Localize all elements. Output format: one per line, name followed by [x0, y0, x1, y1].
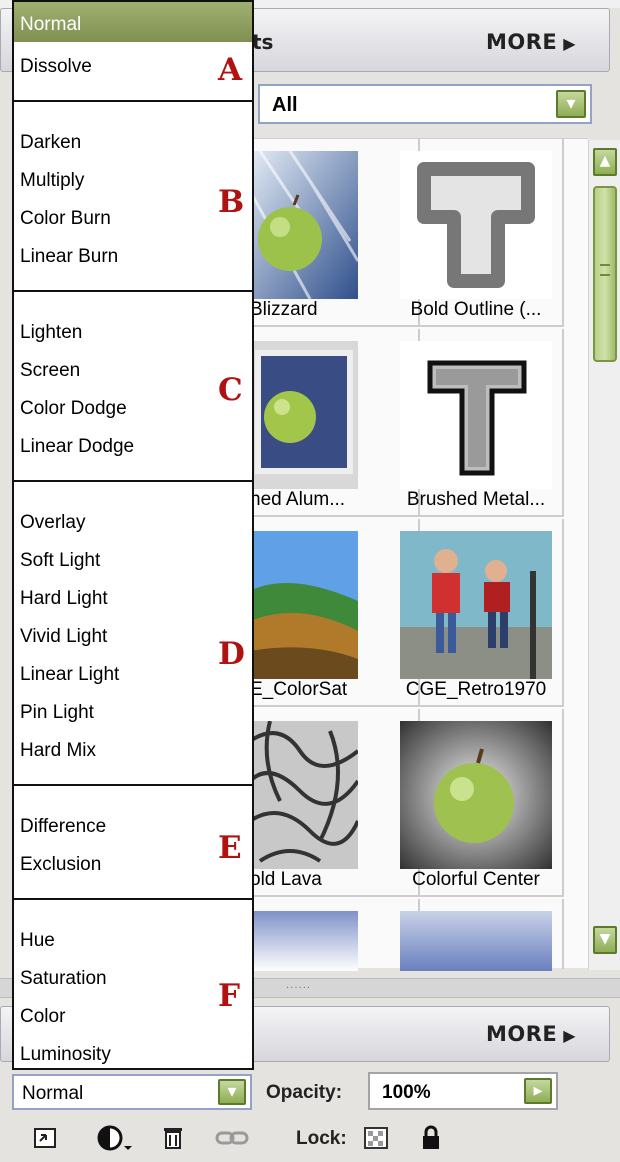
more-label: MORE	[486, 30, 558, 54]
effect-caption: Colorful Center	[412, 869, 540, 890]
menu-separator	[14, 100, 252, 102]
cge-colorsat-thumbnail-image	[250, 531, 358, 679]
blend-menu-item-luminosity[interactable]: Luminosity	[20, 1044, 111, 1066]
brushed-aluminum-thumbnail-image	[250, 341, 358, 489]
effect-thumbnail-cge-retro1970[interactable]: CGE_Retro1970	[388, 519, 564, 707]
blend-mode-value: Normal	[22, 1083, 84, 1104]
blend-menu-item-hard-mix[interactable]: Hard Mix	[20, 740, 96, 762]
lock-all-icon[interactable]	[418, 1124, 444, 1156]
blend-menu-item-normal[interactable]: Normal	[20, 14, 81, 36]
blend-menu-item-soft-light[interactable]: Soft Light	[20, 550, 100, 572]
effects-tab-label[interactable]: ts	[252, 30, 273, 54]
effect-caption: CGE_Retro1970	[405, 679, 547, 700]
blend-menu-item-exclusion[interactable]: Exclusion	[20, 854, 101, 876]
blend-menu-item-dissolve[interactable]: Dissolve	[20, 56, 92, 78]
blend-menu-item-color-burn[interactable]: Color Burn	[20, 208, 111, 230]
effect-thumbnail-row5-right[interactable]	[388, 899, 564, 971]
blend-menu-item-linear-light[interactable]: Linear Light	[20, 664, 119, 686]
blend-menu-item-color-dodge[interactable]: Color Dodge	[20, 398, 127, 420]
layers-more-button[interactable]: MORE ▶	[486, 1022, 576, 1046]
blend-menu-item-hue[interactable]: Hue	[20, 930, 55, 952]
trash-icon[interactable]	[160, 1124, 186, 1156]
blend-menu-item-lighten[interactable]: Lighten	[20, 322, 82, 344]
blend-menu-item-linear-burn[interactable]: Linear Burn	[20, 246, 118, 268]
blend-mode-menu: Normal Dissolve A Darken Multiply Color …	[12, 0, 254, 1070]
blend-menu-item-multiply[interactable]: Multiply	[20, 170, 84, 192]
group-letter-b: B	[218, 184, 245, 220]
menu-separator	[14, 290, 252, 292]
effects-filter-select[interactable]: All ▾	[258, 84, 592, 124]
resize-grip-icon[interactable]: ······	[286, 983, 311, 994]
blend-menu-item-linear-dodge[interactable]: Linear Dodge	[20, 436, 134, 458]
thumbnail-image	[250, 911, 358, 971]
blend-menu-item-hard-light[interactable]: Hard Light	[20, 588, 108, 610]
colorful-center-thumbnail-image	[400, 721, 552, 869]
effects-more-button[interactable]: MORE ▶	[486, 30, 576, 54]
blend-menu-item-pin-light[interactable]: Pin Light	[20, 702, 94, 724]
chevron-down-icon[interactable]: ▾	[218, 1079, 246, 1105]
opacity-label: Opacity:	[266, 1082, 343, 1103]
blend-menu-item-color[interactable]: Color	[20, 1006, 65, 1028]
group-letter-c: C	[218, 372, 243, 408]
group-letter-e: E	[218, 830, 242, 866]
effect-caption: Brushed Metal...	[406, 489, 546, 510]
thumbnail-image	[400, 911, 552, 971]
menu-separator	[14, 480, 252, 482]
scroll-thumb[interactable]	[593, 186, 617, 362]
opacity-input[interactable]: 100% ▸	[368, 1072, 558, 1110]
chain-link-icon[interactable]	[214, 1124, 250, 1156]
group-letter-d: D	[218, 636, 245, 672]
menu-separator	[14, 784, 252, 786]
blend-menu-item-vivid-light[interactable]: Vivid Light	[20, 626, 107, 648]
effect-thumbnail-colorful-center[interactable]: Colorful Center	[388, 709, 564, 897]
blend-menu-item-screen[interactable]: Screen	[20, 360, 80, 382]
effects-scrollbar[interactable]: ▲ ▼	[588, 140, 620, 970]
chevron-down-icon[interactable]: ▾	[556, 90, 586, 118]
blend-menu-item-darken[interactable]: Darken	[20, 132, 81, 154]
scroll-down-icon[interactable]: ▼	[593, 926, 617, 954]
effects-filter-value: All	[272, 94, 298, 116]
lock-transparency-icon[interactable]	[362, 1124, 390, 1156]
more-label: MORE	[486, 1022, 558, 1046]
effects-thumbnail-grid: Blizzard Bold Outline (... hed Alum... B…	[250, 138, 588, 971]
blizzard-thumbnail-image	[250, 151, 358, 299]
menu-separator	[14, 898, 252, 900]
effect-thumbnail-bold-outline[interactable]: Bold Outline (...	[388, 139, 564, 327]
blend-menu-item-saturation[interactable]: Saturation	[20, 968, 107, 990]
more-arrow-icon: ▶	[563, 1026, 577, 1045]
link-layers-icon[interactable]	[32, 1124, 58, 1156]
opacity-slider-arrow-icon[interactable]: ▸	[524, 1078, 552, 1104]
grip-icon	[600, 264, 610, 276]
effect-caption: Bold Outline (...	[410, 299, 542, 320]
opacity-value: 100%	[382, 1082, 431, 1103]
blend-menu-item-difference[interactable]: Difference	[20, 816, 106, 838]
lock-label: Lock:	[296, 1128, 347, 1149]
blend-mode-select[interactable]: Normal ▾	[12, 1074, 252, 1110]
brushed-metal-thumbnail-image	[400, 341, 552, 489]
cold-lava-thumbnail-image	[250, 721, 358, 869]
more-arrow-icon: ▶	[563, 34, 577, 53]
cge-retro1970-thumbnail-image	[400, 531, 552, 679]
group-letter-a: A	[218, 52, 243, 88]
blend-menu-item-overlay[interactable]: Overlay	[20, 512, 85, 534]
effect-thumbnail-brushed-metal[interactable]: Brushed Metal...	[388, 329, 564, 517]
adjustment-layer-icon[interactable]	[96, 1124, 132, 1156]
scroll-up-icon[interactable]: ▲	[593, 148, 617, 176]
group-letter-f: F	[218, 978, 241, 1014]
bold-outline-thumbnail-image	[400, 151, 552, 299]
